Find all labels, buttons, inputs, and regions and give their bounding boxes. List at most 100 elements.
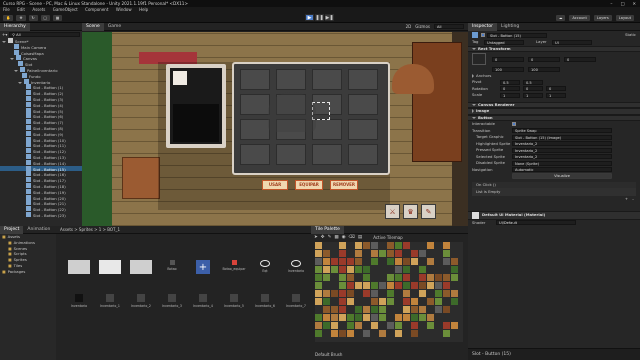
tile-swatch[interactable] [387, 258, 394, 265]
tile-swatch[interactable] [363, 242, 370, 249]
tile-swatch[interactable] [403, 274, 410, 281]
tile-swatch[interactable] [347, 274, 354, 281]
scale-tool-icon[interactable]: □ [40, 14, 50, 21]
bag-icon[interactable]: ♛ [403, 204, 418, 219]
tile-swatch[interactable] [315, 290, 322, 297]
menu-file[interactable]: File [3, 7, 10, 12]
target-graphic-field[interactable]: Slot - Botton (15) (Image) [512, 134, 612, 140]
scene-search-input[interactable]: All [434, 24, 464, 29]
visualize-button[interactable]: Visualize [512, 173, 612, 180]
rotate-tool-icon[interactable]: ↻ [28, 14, 38, 21]
eraser-icon[interactable]: ⌫ [349, 235, 355, 240]
inventory-slot[interactable] [276, 144, 306, 165]
inventory-slot[interactable] [348, 94, 378, 115]
asset-item[interactable]: Inventario_1 [93, 294, 127, 308]
tile-palette-grid[interactable] [315, 242, 463, 342]
layer-dropdown[interactable]: UI [552, 39, 592, 45]
tile-swatch[interactable] [347, 290, 354, 297]
tile-swatch[interactable] [331, 258, 338, 265]
tile-swatch[interactable] [347, 314, 354, 321]
tile-swatch[interactable] [371, 282, 378, 289]
scene-canvas[interactable]: USAR EQUIPAR REMOVER ⚔ ♛ ✎ [82, 32, 468, 226]
asset-item[interactable]: Botao_equipar [217, 260, 251, 271]
asset-item[interactable]: Inventario [279, 260, 313, 273]
tile-swatch[interactable] [427, 274, 434, 281]
inventory-slot[interactable] [348, 69, 378, 90]
tile-swatch[interactable] [355, 258, 362, 265]
tile-swatch[interactable] [315, 274, 322, 281]
tile-swatch[interactable] [403, 314, 410, 321]
asset-item[interactable]: Inventario_4 [186, 294, 220, 308]
tile-swatch[interactable] [395, 282, 402, 289]
2d-toggle[interactable]: 2D [406, 24, 412, 29]
tile-swatch[interactable] [315, 322, 322, 329]
tile-swatch[interactable] [395, 274, 402, 281]
add-icon[interactable]: +▾ [2, 32, 7, 37]
tile-swatch[interactable] [387, 322, 394, 329]
tile-swatch[interactable] [331, 330, 338, 337]
menu-assets[interactable]: Assets [32, 7, 45, 12]
tile-swatch[interactable] [395, 266, 402, 273]
tile-swatch[interactable] [451, 322, 458, 329]
tile-swatch[interactable] [315, 314, 322, 321]
tile-swatch[interactable] [339, 314, 346, 321]
scale-z-field[interactable]: 1 [546, 92, 566, 98]
menu-gameobject[interactable]: GameObject [53, 7, 78, 12]
tile-swatch[interactable] [427, 282, 434, 289]
navigation-dropdown[interactable]: Automatic [512, 167, 612, 173]
tile-swatch[interactable] [347, 266, 354, 273]
disabled-field[interactable]: None (Sprite) [512, 160, 612, 166]
tile-swatch[interactable] [419, 290, 426, 297]
menu-component[interactable]: Component [85, 7, 108, 12]
tile-swatch[interactable] [451, 274, 458, 281]
tile-swatch[interactable] [411, 330, 418, 337]
tile-swatch[interactable] [315, 298, 322, 305]
picker-icon[interactable]: ◉ [342, 235, 346, 240]
tile-swatch[interactable] [323, 322, 330, 329]
inventory-slot[interactable] [240, 94, 270, 115]
tile-swatch[interactable] [355, 250, 362, 257]
tile-swatch[interactable] [371, 258, 378, 265]
tile-swatch[interactable] [443, 242, 450, 249]
pivot-y-field[interactable]: 0.5 [523, 79, 543, 85]
asset-item[interactable]: Botao [155, 260, 189, 271]
tile-swatch[interactable] [339, 306, 346, 313]
pressed-field[interactable]: Inventario_2 [512, 147, 612, 153]
expand-icon[interactable] [14, 69, 18, 72]
tile-swatch[interactable] [363, 306, 370, 313]
tile-swatch[interactable] [419, 250, 426, 257]
layers-dropdown[interactable]: Layers [593, 14, 612, 21]
tile-swatch[interactable] [371, 306, 378, 313]
tile-swatch[interactable] [355, 282, 362, 289]
asset-item[interactable]: Inventario [62, 294, 96, 308]
tile-swatch[interactable] [331, 266, 338, 273]
scale-y-field[interactable]: 1 [523, 92, 543, 98]
tile-swatch[interactable] [323, 258, 330, 265]
brush-icon[interactable]: ✎ [328, 235, 332, 240]
tile-swatch[interactable] [339, 242, 346, 249]
tile-swatch[interactable] [403, 266, 410, 273]
tile-swatch[interactable] [435, 306, 442, 313]
tile-swatch[interactable] [443, 250, 450, 257]
inventory-slot[interactable] [312, 119, 342, 140]
menu-help[interactable]: Help [139, 7, 148, 12]
inventory-slot[interactable] [240, 119, 270, 140]
tile-swatch[interactable] [435, 290, 442, 297]
tile-swatch[interactable] [323, 314, 330, 321]
minimize-icon[interactable]: – [610, 0, 612, 7]
tile-swatch[interactable] [387, 242, 394, 249]
inventory-slot[interactable] [348, 144, 378, 165]
tile-swatch[interactable] [355, 322, 362, 329]
tile-swatch[interactable] [395, 322, 402, 329]
tab-hierarchy[interactable]: Hierarchy [0, 22, 30, 31]
close-icon[interactable]: ✕ [632, 0, 636, 7]
tile-swatch[interactable] [427, 258, 434, 265]
tile-swatch[interactable] [339, 282, 346, 289]
add-event-icon[interactable]: + [625, 196, 628, 203]
tile-swatch[interactable] [331, 290, 338, 297]
tile-swatch[interactable] [315, 258, 322, 265]
tile-swatch[interactable] [419, 274, 426, 281]
tile-swatch[interactable] [387, 282, 394, 289]
fill-icon[interactable]: ▤ [358, 235, 362, 240]
tile-swatch[interactable] [395, 250, 402, 257]
